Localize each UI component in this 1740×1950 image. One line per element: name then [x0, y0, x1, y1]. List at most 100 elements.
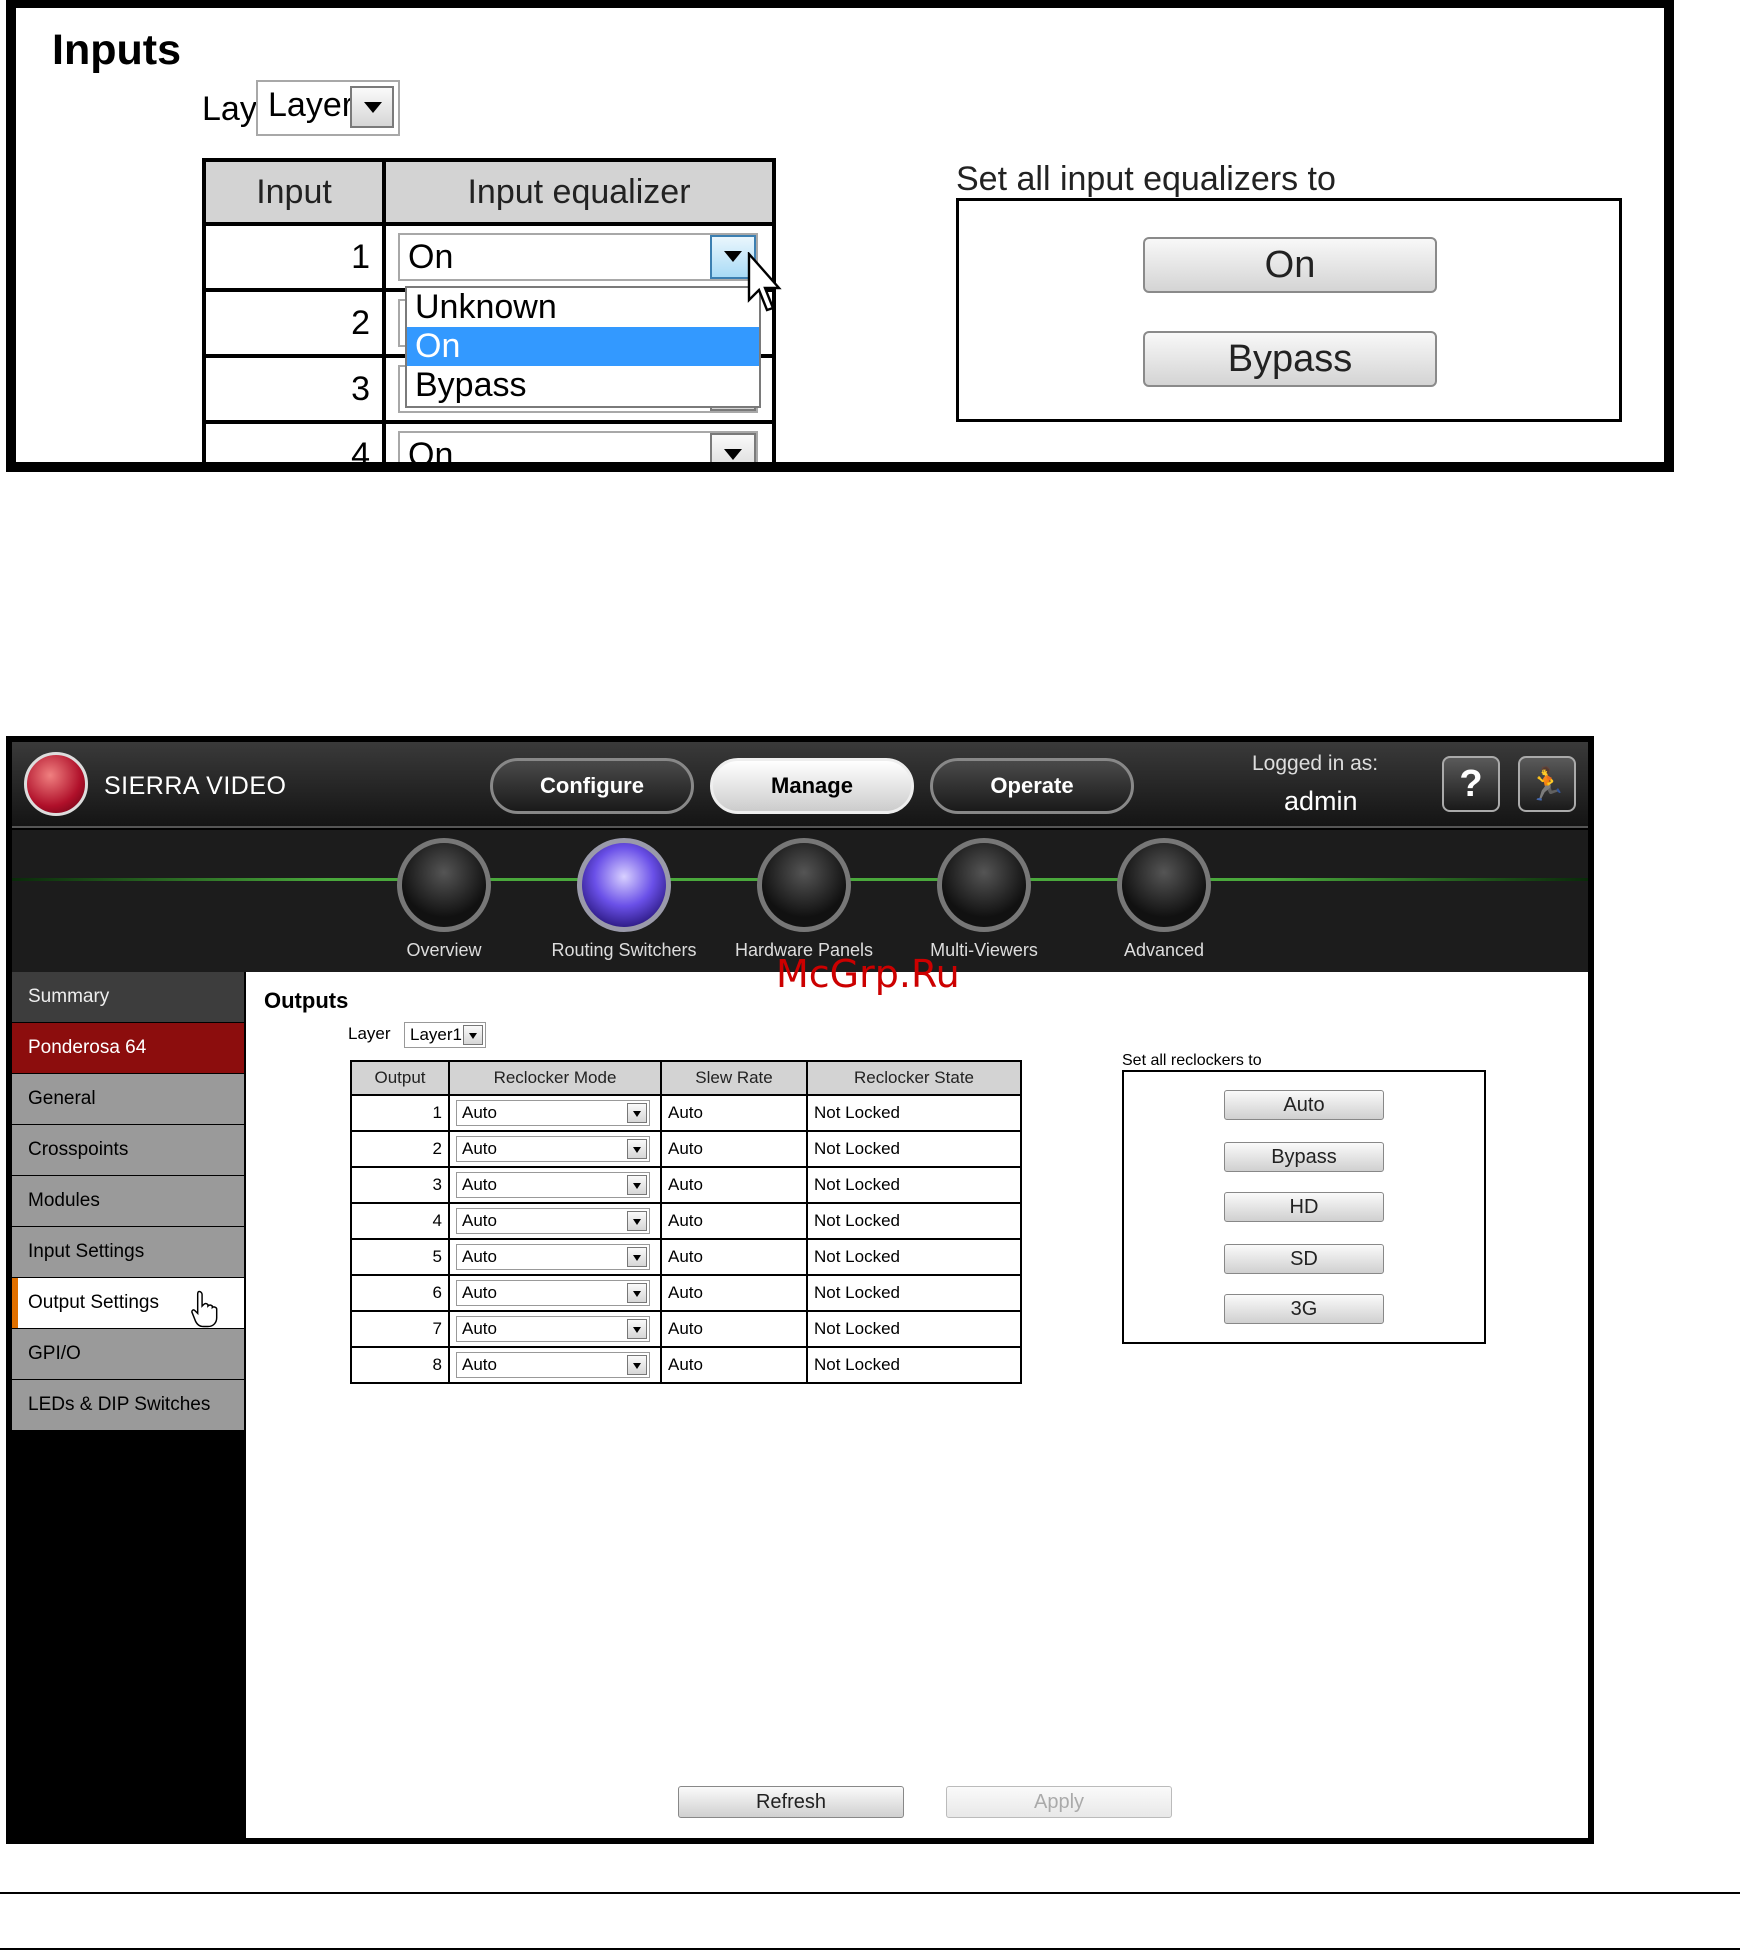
reclocker-state: Not Locked — [806, 1202, 1022, 1240]
sidebar-item-leds-dip-switches[interactable]: LEDs & DIP Switches — [12, 1380, 244, 1430]
chevron-down-icon[interactable] — [710, 433, 756, 462]
reclocker-mode-select[interactable]: Auto — [456, 1244, 650, 1270]
input-number: 3 — [202, 354, 386, 424]
chevron-down-icon[interactable] — [627, 1355, 647, 1375]
reclocker-mode-select[interactable]: Auto — [456, 1100, 650, 1126]
category-hardware-panels[interactable]: Hardware Panels — [714, 830, 894, 970]
category-multi-viewers[interactable]: Multi-Viewers — [894, 830, 1074, 970]
sidebar-item-ponderosa-64[interactable]: Ponderosa 64 — [12, 1023, 244, 1073]
category-routing-switchers[interactable]: Routing Switchers — [534, 830, 714, 970]
reclocker-mode-value: Auto — [462, 1247, 497, 1266]
layer-select[interactable]: Layer1 — [256, 80, 400, 136]
set-all-bypass-button[interactable]: Bypass — [1224, 1142, 1384, 1172]
chevron-down-icon[interactable] — [350, 86, 394, 128]
table-row: 8 Auto Auto Not Locked — [350, 1346, 1022, 1384]
equalizer-dropdown-list: Unknown On Bypass — [405, 286, 761, 408]
reclocker-mode-select[interactable]: Auto — [456, 1280, 650, 1306]
category-overview[interactable]: Overview — [354, 830, 534, 970]
reclocker-mode-select[interactable]: Auto — [456, 1172, 650, 1198]
dropdown-option-on[interactable]: On — [407, 327, 759, 366]
sidebar-item-gpio[interactable]: GPI/O — [12, 1329, 244, 1379]
led-button-icon — [577, 838, 671, 932]
reclocker-mode-value: Auto — [462, 1355, 497, 1374]
inputs-title: Inputs — [52, 26, 181, 74]
reclocker-mode-select[interactable]: Auto — [456, 1352, 650, 1378]
reclocker-state: Not Locked — [806, 1346, 1022, 1384]
chevron-down-icon[interactable] — [627, 1211, 647, 1231]
led-button-icon — [1117, 838, 1211, 932]
equalizer-select[interactable]: On — [398, 431, 758, 472]
chevron-down-icon[interactable] — [627, 1175, 647, 1195]
chevron-down-icon[interactable] — [627, 1247, 647, 1267]
equalizer-select[interactable]: On — [398, 233, 758, 281]
reclocker-mode-value: Auto — [462, 1139, 497, 1158]
chevron-down-icon[interactable] — [627, 1283, 647, 1303]
slew-rate: Auto — [660, 1094, 808, 1132]
table-row: 4 Auto Auto Not Locked — [350, 1202, 1022, 1240]
column-header-input: Input — [202, 158, 386, 226]
reclocker-state: Not Locked — [806, 1166, 1022, 1204]
equalizer-select-value: On — [408, 436, 454, 472]
set-all-on-button[interactable]: On — [1143, 237, 1437, 293]
reclocker-mode-value: Auto — [462, 1319, 497, 1338]
set-all-hd-button[interactable]: HD — [1224, 1192, 1384, 1222]
sidebar-item-input-settings[interactable]: Input Settings — [12, 1227, 244, 1277]
set-all-3g-button[interactable]: 3G — [1224, 1294, 1384, 1324]
column-header-input-equalizer: Input equalizer — [382, 158, 776, 226]
tab-configure[interactable]: Configure — [490, 758, 694, 814]
layer-select[interactable]: Layer1 — [404, 1022, 486, 1048]
table-row: 5 Auto Auto Not Locked — [350, 1238, 1022, 1276]
inputs-panel: Inputs Layer Layer1 Input Input equalize… — [6, 0, 1674, 472]
slew-rate: Auto — [660, 1238, 808, 1276]
logged-in-label: Logged in as: — [1252, 752, 1379, 775]
output-number: 6 — [350, 1274, 450, 1312]
category-advanced[interactable]: Advanced — [1074, 830, 1254, 970]
sidebar-item-summary[interactable]: Summary — [12, 972, 244, 1022]
sidebar-item-general[interactable]: General — [12, 1074, 244, 1124]
outputs-content: Outputs Layer Layer1 Output Reclocker Mo… — [246, 972, 1588, 1838]
brand-name: SIERRA VIDEO — [104, 772, 287, 800]
set-all-sd-button[interactable]: SD — [1224, 1244, 1384, 1274]
tab-operate[interactable]: Operate — [930, 758, 1134, 814]
led-button-icon — [757, 838, 851, 932]
dropdown-option-bypass[interactable]: Bypass — [407, 366, 759, 405]
table-row: 2 Auto Auto Not Locked — [350, 1130, 1022, 1168]
chevron-down-icon[interactable] — [627, 1139, 647, 1159]
table-row: 4 On — [202, 420, 776, 472]
led-button-icon — [397, 838, 491, 932]
tab-manage[interactable]: Manage — [710, 758, 914, 814]
apply-button[interactable]: Apply — [946, 1786, 1172, 1818]
reclocker-mode-select[interactable]: Auto — [456, 1208, 650, 1234]
category-label: Advanced — [1123, 940, 1205, 960]
set-all-reclockers-group: Auto Bypass HD SD 3G — [1122, 1070, 1486, 1344]
chevron-down-icon[interactable] — [627, 1103, 647, 1123]
logout-icon[interactable]: 🏃 — [1518, 756, 1576, 812]
logged-in-user: admin — [1284, 786, 1358, 816]
chevron-down-icon[interactable] — [463, 1025, 483, 1045]
led-button-icon — [937, 838, 1031, 932]
set-all-auto-button[interactable]: Auto — [1224, 1090, 1384, 1120]
output-number: 4 — [350, 1202, 450, 1240]
reclocker-mode-select[interactable]: Auto — [456, 1316, 650, 1342]
sidebar-item-modules[interactable]: Modules — [12, 1176, 244, 1226]
reclocker-mode-value: Auto — [462, 1103, 497, 1122]
slew-rate: Auto — [660, 1346, 808, 1384]
slew-rate: Auto — [660, 1202, 808, 1240]
reclocker-mode-select[interactable]: Auto — [456, 1136, 650, 1162]
slew-rate: Auto — [660, 1310, 808, 1348]
sierra-video-app: SIERRA VIDEO Configure Manage Operate Lo… — [6, 736, 1594, 1844]
input-number: 2 — [202, 288, 386, 358]
table-row: 6 Auto Auto Not Locked — [350, 1274, 1022, 1312]
dropdown-option-unknown[interactable]: Unknown — [407, 288, 759, 327]
reclocker-mode-value: Auto — [462, 1211, 497, 1230]
reclocker-state: Not Locked — [806, 1310, 1022, 1348]
refresh-button[interactable]: Refresh — [678, 1786, 904, 1818]
slew-rate: Auto — [660, 1274, 808, 1312]
help-icon[interactable]: ? — [1442, 756, 1500, 812]
output-number: 8 — [350, 1346, 450, 1384]
outputs-title: Outputs — [264, 988, 349, 1013]
set-all-bypass-button[interactable]: Bypass — [1143, 331, 1437, 387]
sidebar-item-crosspoints[interactable]: Crosspoints — [12, 1125, 244, 1175]
table-row: 1 Auto Auto Not Locked — [350, 1094, 1022, 1132]
chevron-down-icon[interactable] — [627, 1319, 647, 1339]
